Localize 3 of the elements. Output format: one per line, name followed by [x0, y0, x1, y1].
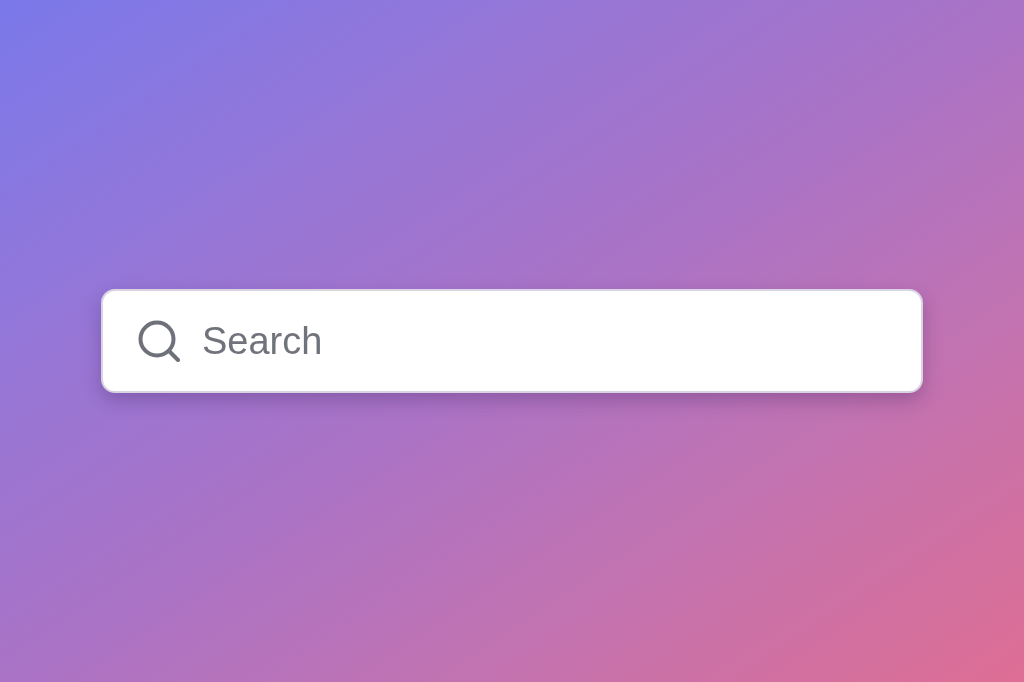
- search-icon: [138, 320, 180, 362]
- search-input[interactable]: Search: [202, 311, 897, 371]
- search-bar[interactable]: Search: [101, 289, 923, 393]
